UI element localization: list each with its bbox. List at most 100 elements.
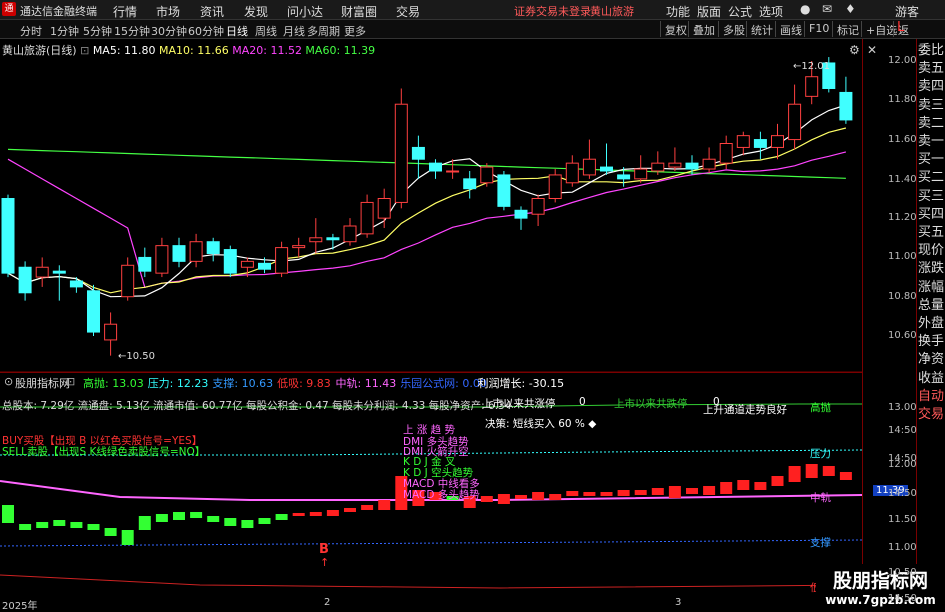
main-tick-0: 12.00: [888, 55, 917, 66]
main-tick-6: 10.80: [888, 291, 917, 302]
side-panel-item-10[interactable]: 买五: [918, 224, 944, 242]
side-panel-item-13[interactable]: 涨幅: [918, 279, 944, 297]
sub-tick-3: 12.00: [888, 459, 917, 470]
signal-bar-14: [241, 520, 254, 528]
signal-bar-48: [822, 466, 835, 476]
side-panel-item-14[interactable]: 总量: [918, 297, 944, 315]
period-monthly[interactable]: 月线: [283, 23, 305, 39]
side-panel-item-19[interactable]: 自动: [918, 388, 944, 406]
side-panel-item-3[interactable]: 卖三: [918, 97, 944, 115]
signal-bar-39: [668, 486, 681, 498]
menu-discover[interactable]: 发现: [244, 3, 268, 20]
chart-settings-icon[interactable]: ⚙: [849, 43, 860, 57]
signal-bar-32: [549, 494, 562, 500]
side-panel-item-1[interactable]: 卖五: [918, 60, 944, 78]
signal-bar-22: [378, 500, 391, 510]
main-tick-1: 11.80: [888, 94, 917, 105]
btn-tongji[interactable]: 统计: [746, 21, 777, 37]
side-panel-item-15[interactable]: 外盘: [918, 315, 944, 333]
guest-label[interactable]: 游客: [895, 3, 919, 20]
period-weekly[interactable]: 周线: [255, 23, 277, 39]
btn-f10[interactable]: F10: [804, 21, 833, 37]
indicator-settings-icon[interactable]: ⊡: [66, 375, 75, 388]
side-panel-item-18[interactable]: 收益: [918, 370, 944, 388]
menu-formula[interactable]: 公式: [728, 3, 752, 20]
high-price-label: ←12.01: [793, 61, 830, 72]
period-30min[interactable]: 30分钟: [151, 23, 187, 39]
menu-function[interactable]: 功能: [666, 3, 690, 20]
candle-body-37: [634, 168, 648, 180]
signal-bar-35: [600, 492, 613, 496]
signal-bar-45: [771, 476, 784, 486]
period-fenshi[interactable]: 分时: [20, 23, 42, 39]
candle-body-30: [514, 209, 528, 219]
candle-body-21: [360, 201, 374, 235]
menu-ask[interactable]: 问小达: [287, 3, 323, 20]
signal-bar-20: [344, 508, 356, 512]
indicator-toggle-icon[interactable]: ⊙: [4, 375, 13, 388]
candle-body-28: [480, 166, 494, 184]
ma-settings-icon[interactable]: ⊡: [80, 44, 89, 57]
menu-wealth[interactable]: 财富圈: [341, 3, 377, 20]
candle-body-35: [600, 166, 613, 172]
side-panel-item-16[interactable]: 换手: [918, 333, 944, 351]
candle-body-5: [87, 290, 100, 333]
side-panel-item-0[interactable]: 委比: [918, 42, 944, 60]
login-warning[interactable]: 证券交易未登录: [514, 3, 591, 19]
side-panel-item-12[interactable]: 涨跌: [918, 260, 944, 278]
signal-bar-17: [292, 513, 305, 516]
side-panel-item-9[interactable]: 买四: [918, 206, 944, 224]
period-1min[interactable]: 1分钟: [50, 23, 79, 39]
side-panel-item-6[interactable]: 买一: [918, 151, 944, 169]
menu-trade[interactable]: 交易: [396, 3, 420, 20]
menu-market[interactable]: 行情: [113, 3, 137, 20]
menu-news[interactable]: 资讯: [200, 3, 224, 20]
period-more[interactable]: 更多: [344, 23, 366, 39]
ma-label-0: MA5: 11.80: [92, 44, 156, 57]
period-60min[interactable]: 60分钟: [188, 23, 224, 39]
candle-body-15: [258, 262, 271, 270]
indicator-title[interactable]: 股朋指标网: [15, 375, 70, 391]
period-daily[interactable]: 日线: [226, 23, 248, 39]
timeline-month-2: 2: [324, 597, 331, 608]
signal-bar-6: [104, 528, 117, 536]
side-panel-item-8[interactable]: 买三: [918, 188, 944, 206]
sell-signal-text: SELL卖股【出现S K线绿色卖股信号=NO】: [2, 446, 206, 458]
side-panel-item-5[interactable]: 卖一: [918, 133, 944, 151]
side-panel-item-20[interactable]: 交易: [918, 406, 944, 424]
skin-icon[interactable]: ♦: [845, 2, 856, 16]
signal-bar-41: [703, 486, 716, 495]
main-tick-3: 11.40: [888, 174, 917, 185]
signal-bar-7: [121, 530, 134, 545]
menu-options[interactable]: 选项: [759, 3, 783, 20]
side-panel-item-17[interactable]: 净资: [918, 351, 944, 369]
side-panel-item-4[interactable]: 卖二: [918, 115, 944, 133]
period-multi[interactable]: 多周期: [307, 23, 340, 39]
candle-body-25: [429, 162, 442, 172]
candle-body-1: [18, 266, 32, 294]
menu-markets[interactable]: 市场: [156, 3, 180, 20]
candle-body-26: [446, 170, 460, 173]
signal-bar-8: [138, 516, 151, 530]
limit-down-label: 上市以来共跌停: [614, 398, 688, 410]
btn-diejia[interactable]: 叠加: [688, 21, 719, 37]
mail-icon[interactable]: ✉: [822, 2, 832, 16]
signal-bar-47: [805, 464, 818, 478]
menu-layout[interactable]: 版面: [697, 3, 721, 20]
btn-duogu[interactable]: 多股: [718, 21, 749, 37]
ma-label-3: MA60: 11.39: [301, 44, 376, 57]
avatar-icon[interactable]: ●: [800, 2, 810, 16]
limit-up-value: 0: [579, 396, 586, 408]
side-panel-item-7[interactable]: 买二: [918, 169, 944, 187]
signal-bar-5: [87, 524, 100, 530]
btn-huaxian[interactable]: 画线: [775, 21, 806, 37]
side-panel-item-2[interactable]: 卖四: [918, 78, 944, 96]
side-panel-item-11[interactable]: 现价: [918, 242, 944, 260]
btn-biaoji[interactable]: 标记: [832, 21, 863, 37]
period-15min[interactable]: 15分钟: [114, 23, 150, 39]
candle-body-49: [839, 91, 853, 121]
kline-chart[interactable]: ←12.01 ←10.50: [0, 39, 862, 609]
btn-fuquan[interactable]: 复权: [660, 21, 691, 37]
title-stock: 黄山旅游: [590, 5, 634, 18]
period-5min[interactable]: 5分钟: [83, 23, 112, 39]
